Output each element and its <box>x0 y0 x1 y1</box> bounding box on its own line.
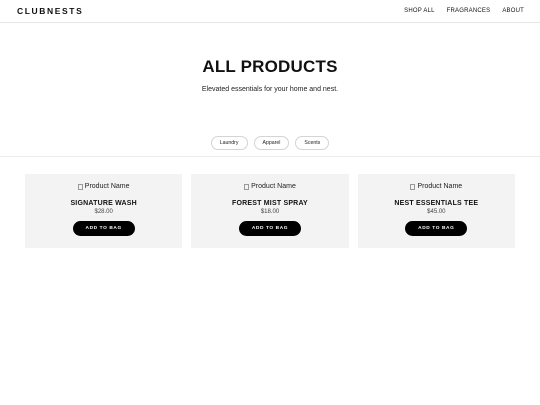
nav-about-link[interactable]: ABOUT <box>502 8 524 14</box>
product-name[interactable]: SIGNATURE WASH <box>70 200 136 207</box>
product-image[interactable]: Product Name <box>77 182 130 191</box>
nav-shop-all-link[interactable]: SHOP ALL <box>404 8 435 14</box>
product-price: $28.00 <box>94 209 113 215</box>
main-nav: SHOP ALL FRAGRANCES ABOUT <box>404 8 524 14</box>
filter-apparel-button[interactable]: Apparel <box>253 136 290 150</box>
filter-scents-button[interactable]: Scents <box>295 136 330 150</box>
nav-fragrances-link[interactable]: FRAGRANCES <box>447 8 491 14</box>
site-header: CLUBNESTS SHOP ALL FRAGRANCES ABOUT <box>0 0 540 23</box>
site-logo[interactable]: CLUBNESTS <box>17 6 83 16</box>
product-card: Product Name FOREST MIST SPRAY $18.00 AD… <box>191 174 349 248</box>
product-image[interactable]: Product Name <box>410 182 462 191</box>
add-to-bag-button[interactable]: ADD TO BAG <box>238 221 301 236</box>
broken-image-icon <box>244 183 250 190</box>
product-name[interactable]: FOREST MIST SPRAY <box>232 200 308 207</box>
broken-image-icon <box>77 183 83 190</box>
product-name[interactable]: NEST ESSENTIALS TEE <box>394 200 478 207</box>
page-title: ALL PRODUCTS <box>202 57 338 76</box>
add-to-bag-button[interactable]: ADD TO BAG <box>72 221 135 236</box>
product-image-alt: Product Name <box>417 183 463 190</box>
product-image[interactable]: Product Name <box>244 182 296 191</box>
filter-laundry-button[interactable]: Laundry <box>210 136 248 150</box>
product-price: $45.00 <box>427 209 446 215</box>
product-price: $18.00 <box>260 209 280 215</box>
product-card: Product Name SIGNATURE WASH $28.00 ADD T… <box>25 174 183 248</box>
product-grid: Product Name SIGNATURE WASH $28.00 ADD T… <box>0 157 540 248</box>
page-subtitle: Elevated essentials for your home and ne… <box>201 86 339 93</box>
product-image-alt: Product Name <box>251 183 296 190</box>
hero-section: ALL PRODUCTS Elevated essentials for you… <box>0 23 540 103</box>
product-image-alt: Product Name <box>84 183 130 190</box>
broken-image-icon <box>410 183 416 190</box>
filter-bar: Laundry Apparel Scents <box>0 136 540 150</box>
product-card: Product Name NEST ESSENTIALS TEE $45.00 … <box>357 174 515 248</box>
add-to-bag-button[interactable]: ADD TO BAG <box>405 221 468 236</box>
